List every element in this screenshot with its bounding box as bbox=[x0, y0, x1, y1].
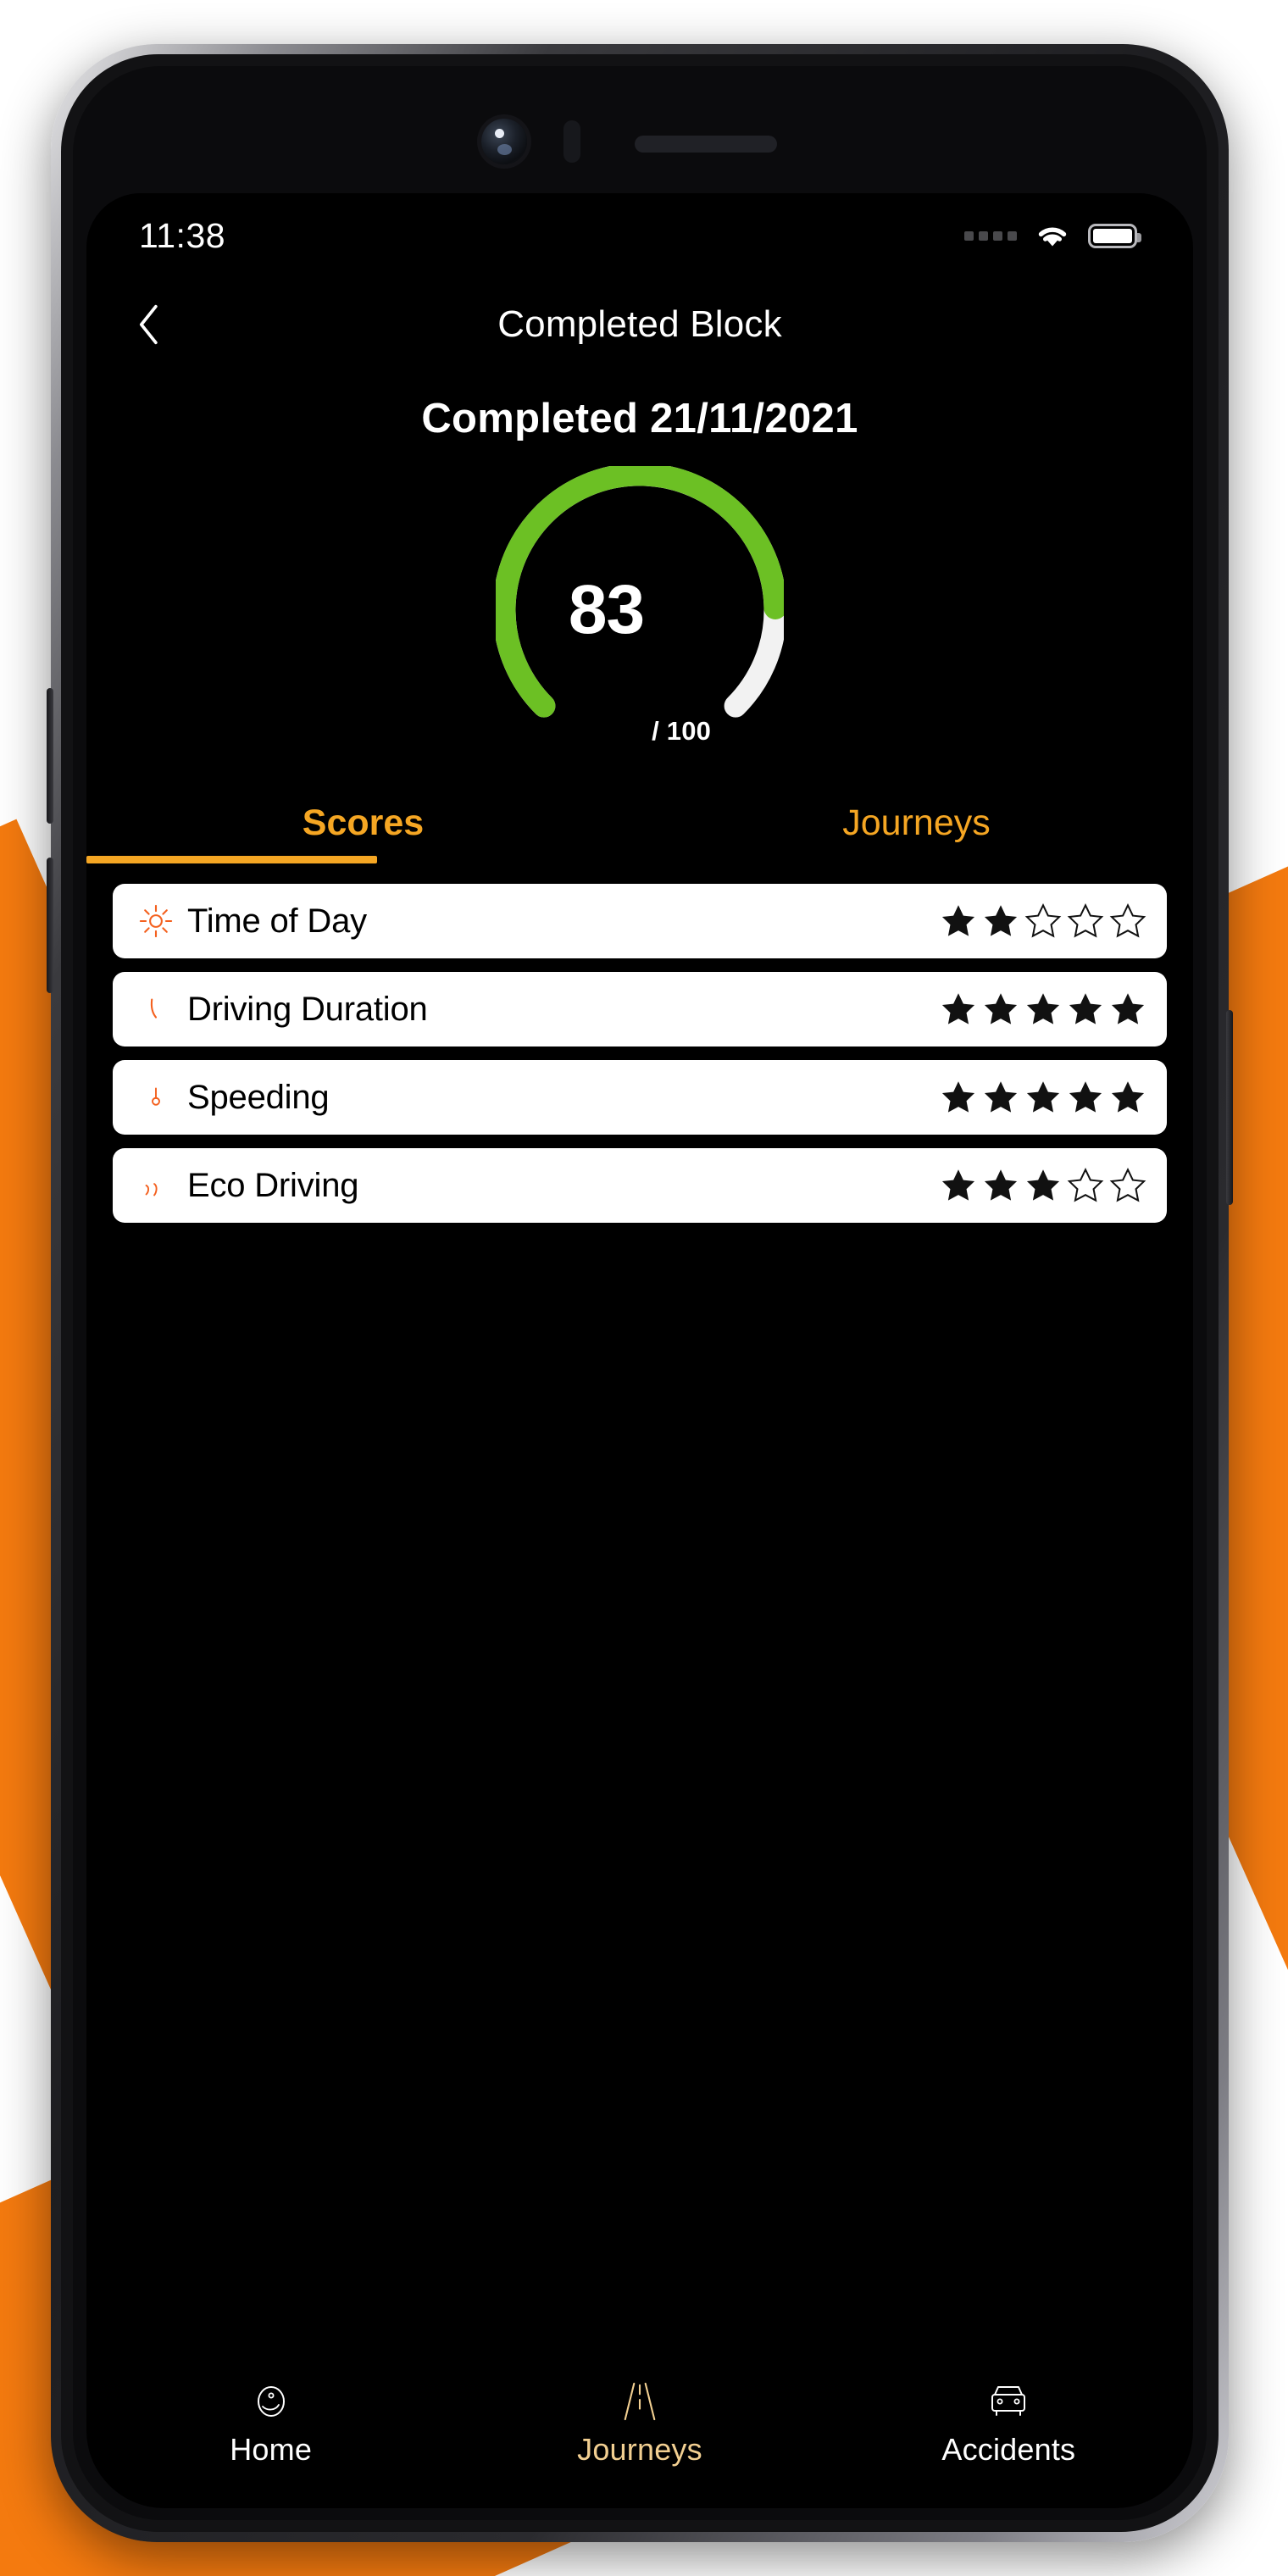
eco-waves-icon bbox=[131, 1161, 180, 1210]
volume-up-button[interactable] bbox=[47, 688, 53, 824]
bottom-navigation: Home Journeys Accidents bbox=[86, 2364, 1193, 2508]
score-row-eco-driving[interactable]: Eco Driving bbox=[113, 1148, 1167, 1223]
star-rating-driving-duration bbox=[940, 991, 1146, 1028]
star-rating-eco-driving bbox=[940, 1167, 1146, 1204]
star-filled-icon bbox=[1111, 1081, 1145, 1113]
star-outline-icon bbox=[1109, 1167, 1146, 1202]
score-row-time-of-day[interactable]: Time of Day bbox=[113, 884, 1167, 958]
phone-device: 11:38 Completed Block Completed 21/11/20… bbox=[47, 44, 1233, 2542]
star-filled-icon bbox=[1026, 1081, 1060, 1113]
star-filled-icon bbox=[1026, 1169, 1060, 1201]
nav-item-accidents-label: Accidents bbox=[941, 2432, 1076, 2467]
signal-dots-icon bbox=[964, 230, 1017, 241]
tab-bar: Scores Journeys bbox=[86, 786, 1193, 859]
sun-icon bbox=[131, 897, 180, 946]
star-outline-icon bbox=[1024, 902, 1062, 938]
score-card-list: Time of Day Driving Duration Speeding Ec… bbox=[113, 884, 1167, 1223]
nav-item-home-label: Home bbox=[230, 2432, 313, 2467]
score-row-label: Eco Driving bbox=[187, 1166, 359, 1204]
score-denominator: / 100 bbox=[652, 716, 712, 746]
status-bar: 11:38 bbox=[86, 193, 1193, 278]
speedometer-icon bbox=[251, 2379, 291, 2423]
page-title: Completed Block bbox=[497, 303, 782, 345]
score-row-label: Time of Day bbox=[187, 902, 367, 940]
chevron-left-icon bbox=[139, 304, 158, 345]
tab-active-indicator bbox=[86, 856, 377, 863]
star-outline-icon bbox=[1067, 1167, 1104, 1202]
speedometer-needle-icon bbox=[131, 1073, 180, 1122]
star-filled-icon bbox=[1069, 1081, 1102, 1113]
star-rating-time-of-day bbox=[940, 902, 1146, 940]
score-gauge-value: 83 / 100 bbox=[496, 466, 784, 754]
earpiece-speaker-icon bbox=[635, 136, 777, 153]
phone-notch-area bbox=[73, 66, 1207, 202]
star-filled-icon bbox=[941, 1081, 975, 1113]
star-filled-icon bbox=[1069, 993, 1102, 1024]
star-rating-speeding bbox=[940, 1079, 1146, 1116]
tab-scores[interactable]: Scores bbox=[86, 786, 640, 859]
star-filled-icon bbox=[984, 1169, 1018, 1201]
star-filled-icon bbox=[984, 905, 1018, 936]
wifi-icon bbox=[1035, 223, 1069, 248]
star-filled-icon bbox=[1111, 993, 1145, 1024]
star-filled-icon bbox=[941, 905, 975, 936]
front-camera-icon bbox=[481, 119, 527, 164]
nav-item-home[interactable]: Home bbox=[86, 2379, 455, 2468]
app-header: Completed Block bbox=[86, 278, 1193, 371]
star-outline-icon bbox=[1109, 902, 1146, 938]
star-filled-icon bbox=[941, 1169, 975, 1201]
score-row-label: Driving Duration bbox=[187, 990, 428, 1028]
battery-full-icon bbox=[1088, 223, 1141, 248]
star-filled-icon bbox=[941, 993, 975, 1024]
back-button[interactable] bbox=[120, 295, 180, 354]
star-filled-icon bbox=[984, 993, 1018, 1024]
score-row-driving-duration[interactable]: Driving Duration bbox=[113, 972, 1167, 1046]
phone-bezel: 11:38 Completed Block Completed 21/11/20… bbox=[73, 66, 1207, 2520]
score-row-label: Speeding bbox=[187, 1078, 330, 1116]
app-screen: 11:38 Completed Block Completed 21/11/20… bbox=[86, 193, 1193, 2508]
clock-hand-icon bbox=[131, 985, 180, 1034]
power-button[interactable] bbox=[1226, 1010, 1233, 1205]
star-outline-icon bbox=[1067, 902, 1104, 938]
nav-item-journeys[interactable]: Journeys bbox=[455, 2379, 824, 2468]
car-front-icon bbox=[986, 2379, 1030, 2423]
completed-date-label: Completed 21/11/2021 bbox=[421, 396, 858, 441]
tab-journeys[interactable]: Journeys bbox=[640, 786, 1193, 859]
score-number: 83 bbox=[568, 571, 645, 648]
star-filled-icon bbox=[984, 1081, 1018, 1113]
star-filled-icon bbox=[1026, 993, 1060, 1024]
score-row-speeding[interactable]: Speeding bbox=[113, 1060, 1167, 1135]
tab-journeys-label: Journeys bbox=[842, 802, 991, 843]
tab-scores-label: Scores bbox=[302, 802, 425, 843]
nav-item-journeys-label: Journeys bbox=[577, 2432, 702, 2467]
status-bar-icons bbox=[964, 223, 1141, 248]
nav-item-accidents[interactable]: Accidents bbox=[824, 2379, 1193, 2468]
road-icon bbox=[620, 2379, 659, 2423]
score-gauge: 83 / 100 bbox=[496, 466, 784, 754]
status-bar-time: 11:38 bbox=[139, 215, 226, 255]
proximity-sensor-icon bbox=[564, 120, 580, 163]
volume-down-button[interactable] bbox=[47, 858, 53, 993]
